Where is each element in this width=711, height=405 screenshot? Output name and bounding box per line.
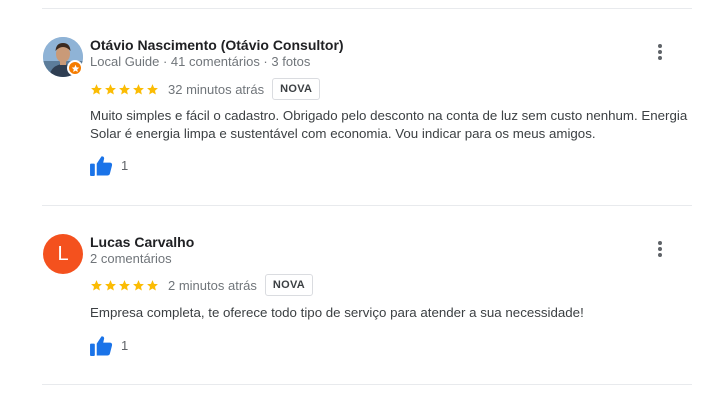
star-icon bbox=[147, 279, 158, 291]
like-button[interactable]: 1 bbox=[90, 335, 128, 356]
star-icon bbox=[119, 279, 130, 291]
star-icon bbox=[71, 64, 79, 72]
like-count: 1 bbox=[121, 338, 129, 353]
review-text: Muito simples e fácil o cadastro. Obriga… bbox=[90, 107, 690, 143]
divider-bottom bbox=[42, 384, 692, 385]
star-icon bbox=[91, 83, 102, 95]
star-icon bbox=[105, 279, 116, 291]
like-count: 1 bbox=[121, 158, 129, 173]
author-meta[interactable]: Local Guide · 41 comentários · 3 fotos bbox=[90, 54, 310, 69]
review-text-line: Empresa completa, te oferece todo tipo d… bbox=[90, 305, 584, 320]
author-name[interactable]: Otávio Nascimento (Otávio Consultor) bbox=[90, 37, 344, 53]
more-options-button[interactable] bbox=[651, 240, 669, 258]
divider-middle bbox=[42, 205, 692, 206]
more-vert-icon bbox=[658, 241, 662, 245]
author-meta[interactable]: 2 comentários bbox=[90, 251, 172, 266]
review-text-line: Muito simples e fácil o cadastro. Obriga… bbox=[90, 108, 688, 123]
more-vert-icon bbox=[658, 44, 662, 48]
thumbs-up-icon bbox=[90, 336, 113, 356]
rating-row: 32 minutos atrás NOVA bbox=[90, 78, 321, 100]
review-time: 2 minutos atrás bbox=[168, 277, 257, 293]
star-icon bbox=[133, 279, 144, 291]
star-icon bbox=[105, 83, 116, 95]
star-icon bbox=[91, 279, 102, 291]
star-rating bbox=[90, 83, 159, 96]
author-avatar[interactable]: L bbox=[43, 234, 83, 274]
rating-row: 2 minutos atrás NOVA bbox=[90, 274, 314, 296]
like-button[interactable]: 1 bbox=[90, 155, 128, 176]
new-badge: NOVA bbox=[272, 78, 321, 100]
thumbs-up-icon bbox=[90, 156, 113, 176]
divider-top bbox=[42, 8, 692, 9]
star-icon bbox=[119, 83, 130, 95]
star-icon bbox=[147, 83, 158, 95]
star-icon bbox=[133, 83, 144, 95]
review-time: 32 minutos atrás bbox=[168, 81, 265, 97]
review-text: Empresa completa, te oferece todo tipo d… bbox=[90, 304, 690, 322]
author-name[interactable]: Lucas Carvalho bbox=[90, 234, 194, 250]
local-guide-badge bbox=[67, 60, 83, 76]
more-options-button[interactable] bbox=[651, 43, 669, 61]
review-text-line: Solar é energia limpa e sustentável com … bbox=[90, 126, 596, 141]
star-rating bbox=[90, 279, 159, 292]
new-badge: NOVA bbox=[264, 274, 314, 296]
